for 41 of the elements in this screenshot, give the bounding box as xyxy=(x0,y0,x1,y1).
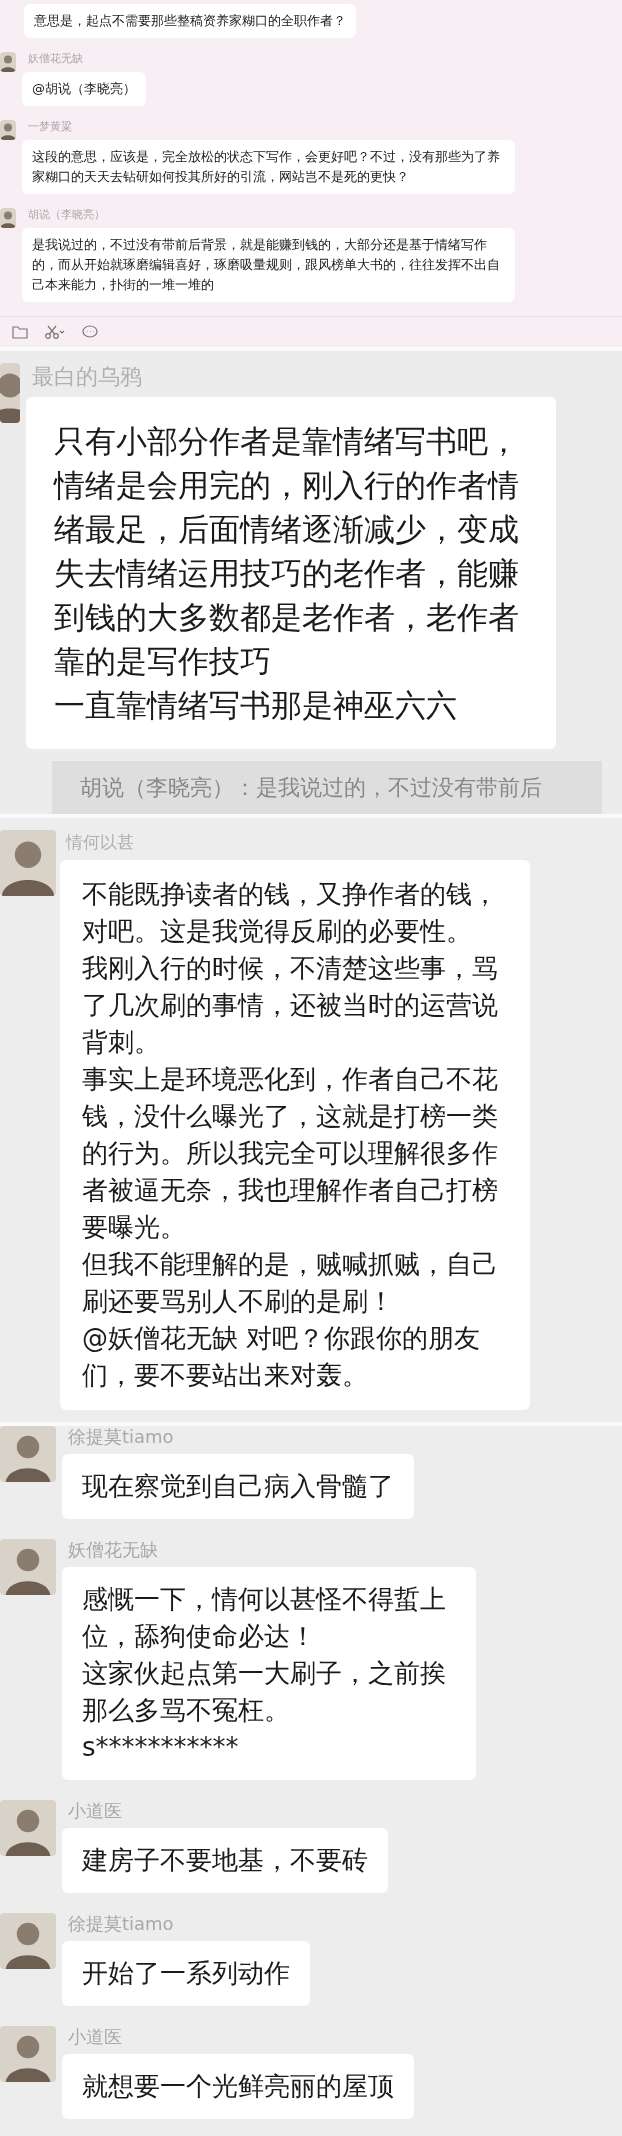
message-text: 开始了一系列动作 xyxy=(82,1957,290,1990)
message-text: s*********** xyxy=(82,1731,240,1764)
message-text: 只有小部分作者是靠情绪写书吧，情绪是会用完的，刚入行的作者情绪最足，后面情绪逐渐减少，变成失去情绪运用技巧的老作者，能赚到钱的大多数都是老作者，老作者靠的是写作技巧 xyxy=(54,422,520,681)
sender-name: 情何以甚 xyxy=(64,831,135,854)
message-text: 我刚入行的时候，不清楚这些事，骂了几次刷的事情，还被当时的运营说背刺。 xyxy=(82,952,499,1059)
message-text: 建房子不要地基，不要砖 xyxy=(82,1844,368,1877)
folder-icon[interactable] xyxy=(12,325,28,339)
message-text: 不能既挣读者的钱，又挣作者的钱，对吧。这是我觉得反刷的必要性。 xyxy=(82,878,499,948)
message-text: 这家伙起点第一大刷子，之前挨那么多骂不冤枉。 xyxy=(82,1657,447,1727)
avatar xyxy=(0,208,16,228)
avatar xyxy=(0,2026,56,2082)
scissors-icon[interactable] xyxy=(44,325,66,339)
sender-name: 妖僧花无缺 xyxy=(27,52,84,66)
sender-name: 徐提莫tiamo xyxy=(67,1913,175,1935)
sender-name: 小道医 xyxy=(67,2026,123,2048)
message-text: 事实上是环境恶化到，作者自己不花钱，没什么曝光了，这就是打榜一类的行为。所以我完全可以理解很多作者被逼无奈，我也理解作者自己打榜要曝光。 xyxy=(82,1063,499,1244)
avatar xyxy=(0,120,16,140)
avatar xyxy=(0,1539,56,1595)
sender-name: 妖僧花无缺 xyxy=(67,1539,159,1561)
message-text: @妖僧花无缺 对吧？你跟你的朋友们，要不要站出来对轰。 xyxy=(82,1322,482,1392)
avatar xyxy=(0,1913,56,1969)
sender-name: 小道医 xyxy=(67,1800,123,1822)
message-text: 一直靠情绪写书那是神巫六六 xyxy=(54,686,458,725)
message-text: 意思是，起点不需要那些整稿资养家糊口的全职作者？ xyxy=(34,12,346,30)
message-text: 是我说过的，不过没有带前后背景，就是能赚到钱的，大部分还是基于情绪写作的，而从开始就琢磨编辑喜好，琢磨吸量规则，跟风榜单大书的，往往发挥不出自己本来能力，扑街的一堆一堆的 xyxy=(32,236,501,294)
avatar xyxy=(0,830,56,896)
avatar xyxy=(0,363,20,423)
chat-icon[interactable] xyxy=(82,325,98,339)
avatar xyxy=(0,1800,56,1856)
quoted-message: 胡说（李晓亮）：是我说过的，不过没有带前后 xyxy=(80,775,542,800)
avatar xyxy=(0,1426,56,1482)
message-text: 现在察觉到自己病入骨髓了 xyxy=(82,1470,394,1503)
sender-name: 徐提莫tiamo xyxy=(67,1426,175,1448)
message-text: 就想要一个光鲜亮丽的屋顶 xyxy=(82,2070,394,2103)
avatar xyxy=(0,52,16,72)
message-text: 但我不能理解的是，贼喊抓贼，自己刷还要骂别人不刷的是刷！ xyxy=(82,1248,499,1318)
message-text: 感慨一下，情何以甚怪不得蜇上位，舔狗使命必达！ xyxy=(82,1583,447,1653)
sender-name: 最白的乌鸦 xyxy=(31,363,143,391)
sender-name: 胡说（李晓亮） xyxy=(27,208,106,222)
message-text: 这段的意思，应该是，完全放松的状态下写作，会更好吧？不过，没有那些为了养家糊口的天天去钻研如何投其所好的引流，网站岂不是死的更快？ xyxy=(32,148,501,186)
message-text: @胡说（李晓亮） xyxy=(32,80,136,98)
